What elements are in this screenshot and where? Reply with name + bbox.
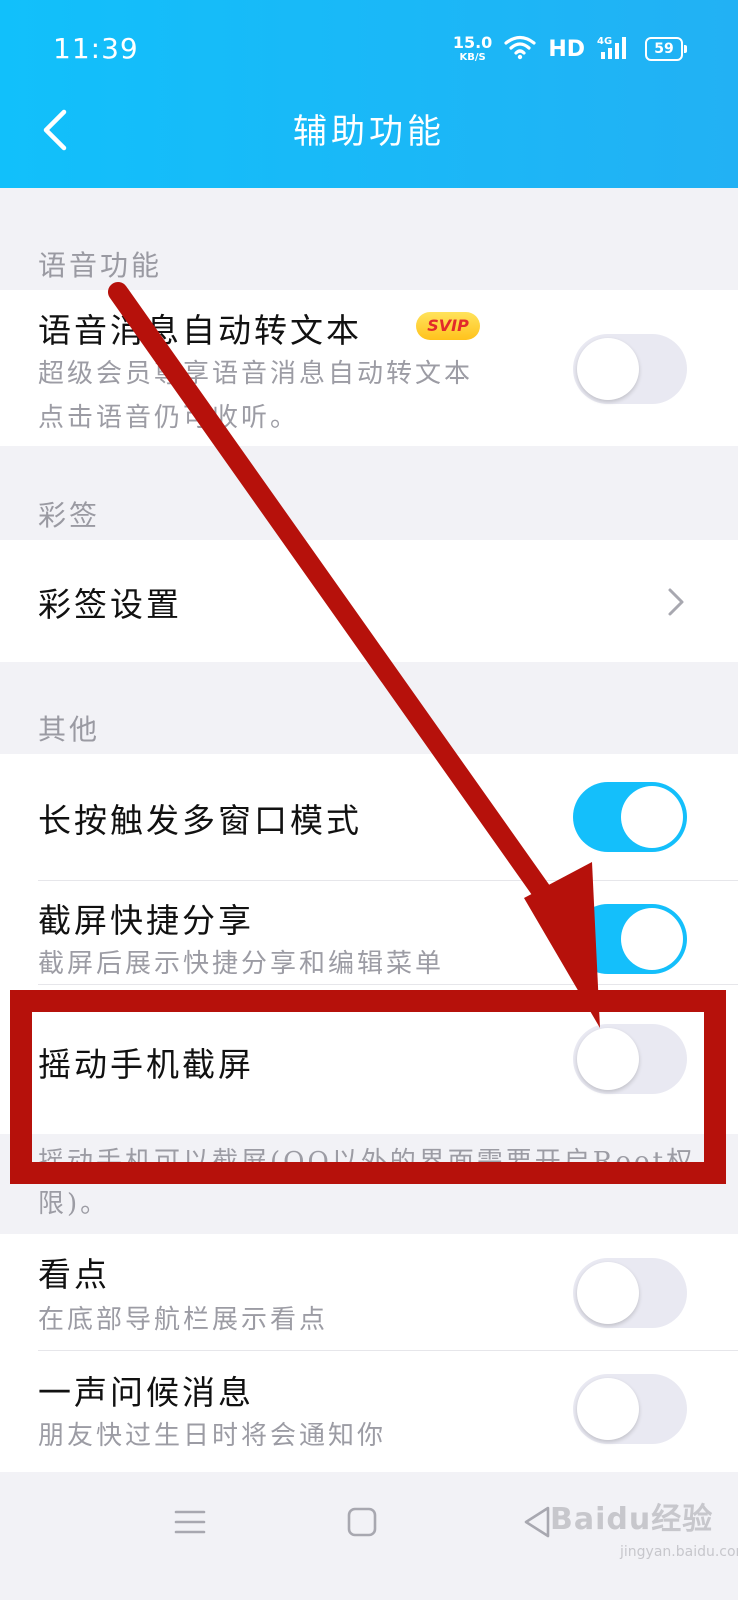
divider: [38, 1350, 738, 1351]
screenshot-share-title: 截屏快捷分享: [38, 901, 254, 940]
voice-to-text-desc-line2: 点击语音仍可收听。: [38, 403, 300, 433]
greeting-message-desc: 朋友快过生日时将会通知你: [38, 1421, 387, 1451]
screenshot-share-toggle[interactable]: [573, 904, 687, 974]
greeting-message-toggle[interactable]: [573, 1374, 687, 1444]
section-title-other: 其他: [38, 713, 101, 746]
toggle-knob: [621, 786, 683, 848]
other-settings-card: 长按触发多窗口模式 截屏快捷分享 截屏后展示快捷分享和编辑菜单 摇动手机截屏: [0, 754, 738, 1134]
status-time: 11:39: [53, 32, 139, 65]
greeting-message-title: 一声问候消息: [38, 1373, 254, 1412]
toggle-knob: [621, 908, 683, 970]
app-header: 11:39 15.0 KB/S HD 4G 59 辅助功能: [0, 0, 738, 188]
shake-screenshot-toggle[interactable]: [573, 1024, 687, 1094]
voice-to-text-title: 语音消息自动转文本: [38, 311, 362, 350]
voice-to-text-row[interactable]: 语音消息自动转文本 SVIP 超级会员尊享语音消息自动转文本 点击语音仍可收听。: [0, 290, 738, 446]
multi-window-title: 长按触发多窗口模式: [38, 801, 362, 840]
signal-icon: 4G: [597, 34, 633, 64]
shake-screenshot-footnote-line2: 限)。: [38, 1189, 110, 1219]
toggle-knob: [577, 1378, 639, 1440]
shake-screenshot-footnote-line1: 摇动手机可以截屏(QQ以外的界面需要开启Root权: [38, 1147, 696, 1177]
battery-indicator: 59: [645, 37, 687, 61]
screenshot-share-desc: 截屏后展示快捷分享和编辑菜单: [38, 949, 445, 979]
more-settings-card: 看点 在底部导航栏展示看点 一声问候消息 朋友快过生日时将会通知你: [0, 1234, 738, 1472]
kandian-toggle[interactable]: [573, 1258, 687, 1328]
nav-bar: 辅助功能: [0, 100, 738, 188]
section-title-caiqian: 彩签: [38, 499, 101, 532]
net-speed-unit: KB/S: [459, 52, 486, 63]
network-speed: 15.0 KB/S: [453, 35, 492, 63]
hd-indicator: HD: [548, 36, 585, 62]
wifi-icon: [504, 34, 536, 64]
caiqian-settings-row[interactable]: 彩签设置: [0, 540, 738, 662]
caiqian-settings-title: 彩签设置: [38, 585, 182, 624]
status-indicators: 15.0 KB/S HD 4G 59: [453, 34, 687, 64]
baidu-watermark: Baidu经验: [550, 1502, 714, 1537]
section-title-voice: 语音功能: [38, 249, 163, 282]
kandian-desc: 在底部导航栏展示看点: [38, 1305, 329, 1335]
page-title: 辅助功能: [293, 112, 445, 152]
system-nav-bar: Baidu经验 jingyan.baidu.com: [0, 1472, 738, 1600]
toggle-knob: [577, 338, 639, 400]
chevron-right-icon: [660, 582, 690, 622]
svg-text:4G: 4G: [597, 36, 612, 47]
menu-icon[interactable]: [170, 1502, 210, 1542]
divider: [38, 984, 738, 985]
toggle-knob: [577, 1028, 639, 1090]
shake-screenshot-title: 摇动手机截屏: [38, 1045, 254, 1084]
status-bar: 11:39 15.0 KB/S HD 4G 59: [0, 0, 738, 100]
svip-badge: SVIP: [416, 312, 480, 340]
home-square-icon[interactable]: [342, 1502, 382, 1542]
toggle-knob: [577, 1262, 639, 1324]
multi-window-toggle[interactable]: [573, 782, 687, 852]
voice-to-text-desc-line1: 超级会员尊享语音消息自动转文本: [38, 359, 474, 389]
divider: [38, 880, 738, 881]
net-speed-value: 15.0: [452, 33, 493, 52]
kandian-title: 看点: [38, 1255, 110, 1294]
voice-to-text-toggle[interactable]: [573, 334, 687, 404]
baidu-watermark-url: jingyan.baidu.com: [620, 1544, 738, 1560]
